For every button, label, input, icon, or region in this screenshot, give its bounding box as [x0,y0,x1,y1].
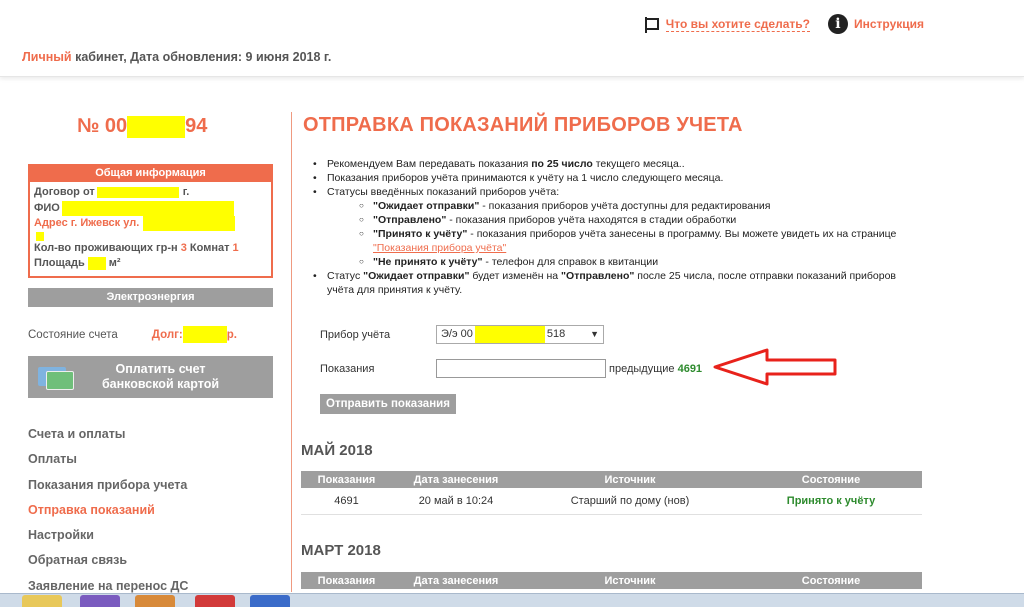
nav-item-payments[interactable]: Оплаты [28,447,188,472]
redaction [96,187,179,199]
reading-label: Показания [320,363,375,375]
list-item: Рекомендуем Вам передавать показания по … [311,157,911,171]
general-info-card: Общая информация Договор от г. ФИО Адрес… [28,164,273,278]
nav-item-settings[interactable]: Настройки [28,523,188,548]
table-row: 4691 20 май в 10:24 Старший по дому (нов… [301,488,922,515]
nav-item-feedback[interactable]: Обратная связь [28,548,188,573]
debt-amount: Долг: р. [152,326,237,343]
arrow-icon [713,348,837,386]
bank-card-icon [38,364,78,390]
chevron-down-icon: ▼ [590,329,599,339]
nav-item-meter-readings[interactable]: Показания прибора учета [28,473,188,498]
what-to-do-link[interactable]: Что вы хотите сделать? [644,17,810,33]
readings-table-may: Показания Дата занесения Источник Состоя… [301,471,922,515]
submit-readings-button[interactable]: Отправить показания [320,394,456,414]
viber-icon[interactable] [80,595,120,607]
redaction [61,200,234,216]
residents-line: Кол-во проживающих гр-н 3 Комнат 1 [34,241,239,254]
meter-label: Прибор учёта [320,329,391,341]
info-list: Рекомендуем Вам передавать показания по … [311,157,911,297]
cell-reading: 4691 [301,488,392,515]
reading-input[interactable] [436,359,606,378]
list-item: Статусы введённых показаний приборов учё… [311,185,911,269]
service-electricity: Электроэнергия [28,288,273,307]
info-icon: i [827,14,848,34]
pay-by-card-button[interactable]: Оплатить счет банковской картой [28,356,273,398]
cell-source: Старший по дому (нов) [520,488,740,515]
word-icon[interactable] [250,595,290,607]
os-taskbar [0,593,1024,607]
status-badge: Принято к учёту [740,488,922,515]
list-item: "Не принято к учёту" - телефон для справ… [357,255,911,269]
meter-select[interactable]: Э/э 00 518 ▼ [436,325,604,344]
col-header-source: Источник [520,471,740,488]
redaction [143,216,236,232]
list-item: "Ожидает отправки" - показания приборов … [357,199,911,213]
vertical-divider [291,112,292,592]
redaction [36,231,44,241]
redaction [474,326,545,343]
col-header-status: Состояние [740,572,922,589]
list-item: Показания приборов учёта принимаются к у… [311,171,911,185]
area-line: Площадь м² [34,257,121,271]
header-links: Что вы хотите сделать? i Инструкция [644,14,924,34]
redaction [127,115,186,138]
list-item: "Отправлено" - показания приборов учёта … [357,213,911,227]
col-header-status: Состояние [740,471,922,488]
contract-line: Договор от г. [34,186,190,199]
previous-reading: предыдущие 4691 [609,363,703,375]
month-title: МАЙ 2018 [301,442,373,459]
nav-item-send-readings[interactable]: Отправка показаний [28,498,188,523]
close-app-icon[interactable] [195,595,235,607]
col-header-readings: Показания [301,471,392,488]
col-header-date: Дата занесения [392,471,520,488]
list-item: "Принято к учёту" - показания приборов у… [357,227,911,255]
list-item: Статус "Ожидает отправки" будет изменён … [311,269,911,297]
col-header-readings: Показания [301,572,392,589]
page-title: ОТПРАВКА ПОКАЗАНИЙ ПРИБОРОВ УЧЕТА [303,114,743,136]
general-info-title: Общая информация [28,164,273,182]
redaction [182,326,227,343]
account-number: № 00 94 [77,115,208,138]
instruction-link[interactable]: i Инструкция [820,14,924,34]
fio-line: ФИО [34,200,267,217]
nav-item-bills[interactable]: Счета и оплаты [28,422,188,447]
header-subtitle: Личный кабинет, Дата обновления: 9 июня … [22,50,332,64]
app-icon[interactable] [135,595,175,607]
top-header: Что вы хотите сделать? i Инструкция Личн… [0,0,1024,77]
account-state: Состояние счета Долг: р. [28,326,237,343]
address-line: Адрес г. Ижевск ул. [34,216,267,232]
redaction [87,257,106,271]
meter-readings-link[interactable]: "Показания прибора учёта" [373,242,506,254]
col-header-date: Дата занесения [392,572,520,589]
readings-table-march: Показания Дата занесения Источник Состоя… [301,572,922,589]
month-title: МАРТ 2018 [301,542,381,559]
sidebar-nav: Счета и оплаты Оплаты Показания прибора … [28,422,188,599]
col-header-source: Источник [520,572,740,589]
cell-date: 20 май в 10:24 [392,488,520,515]
folder-icon[interactable] [22,595,62,607]
flag-icon [644,17,660,33]
